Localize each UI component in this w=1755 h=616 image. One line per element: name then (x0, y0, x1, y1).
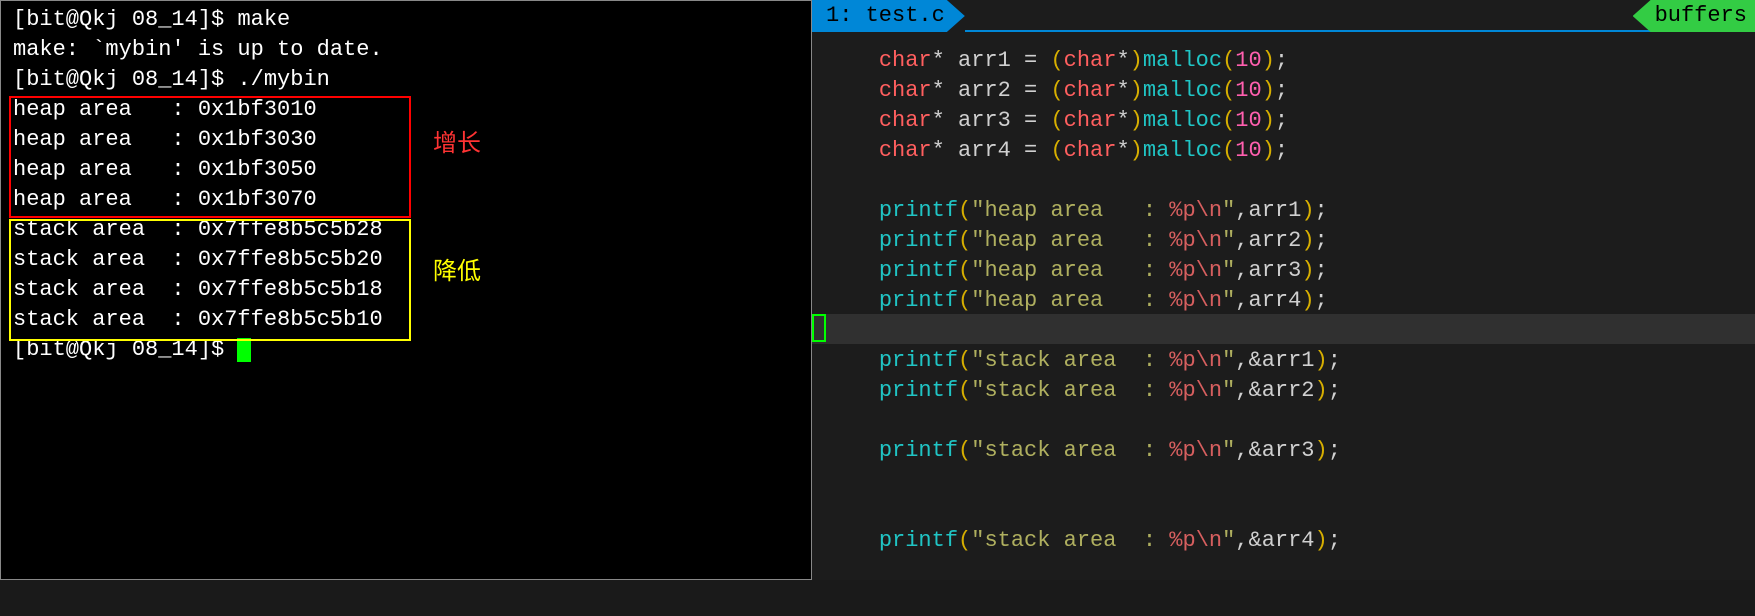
annotation-grow: 增长 (433, 131, 481, 161)
terminal-line-output1: make: `mybin' is up to date. (1, 35, 811, 65)
terminal-stack-line: stack area : 0x7ffe8b5c5b28 (1, 215, 811, 245)
annotation-decrease: 降低 (433, 259, 481, 289)
tab-test-c[interactable]: 1: test.c (812, 0, 965, 32)
code-line: printf("stack area : %p\n",&arr2); print… (826, 376, 1755, 406)
code-blank-line (826, 316, 1755, 346)
code-line: char* arr2 = (char*)malloc(10); (826, 76, 1755, 106)
code-line: printf("stack area : %p\n",&arr4); (826, 526, 1755, 556)
code-line: printf("stack area : %p\n",&arr1); (826, 346, 1755, 376)
terminal-line-prompt2: [bit@Qkj 08_14]$ ./mybin (1, 65, 811, 95)
terminal-pane[interactable]: [bit@Qkj 08_14]$ make make: `mybin' is u… (0, 0, 812, 580)
code-line: printf("stack area : %p\n",&arr3); (826, 436, 1755, 466)
terminal-stack-line: stack area : 0x7ffe8b5c5b18 (1, 275, 811, 305)
terminal-cursor (237, 338, 251, 362)
terminal-stack-line: stack area : 0x7ffe8b5c5b20 (1, 245, 811, 275)
terminal-stack-line: stack area : 0x7ffe8b5c5b10 (1, 305, 811, 335)
terminal-line-prompt1: [bit@Qkj 08_14]$ make (1, 5, 811, 35)
terminal-heap-line: heap area : 0x1bf3070 (1, 185, 811, 215)
code-line: printf("heap area : %p\n",arr3); (826, 256, 1755, 286)
terminal-heap-line: heap area : 0x1bf3050 (1, 155, 811, 185)
code-line: char* arr1 = (char*)malloc(10); (826, 46, 1755, 76)
editor-pane[interactable]: 1: test.c buffers char* arr1 = (char*)ma… (812, 0, 1755, 580)
code-line: printf("heap area : %p\n",arr4); (826, 286, 1755, 316)
terminal-line-prompt3: [bit@Qkj 08_14]$ (1, 335, 811, 365)
code-blank-line (826, 166, 1755, 196)
code-line: printf("heap area : %p\n",arr1); (826, 196, 1755, 226)
code-line: char* arr3 = (char*)malloc(10); (826, 106, 1755, 136)
editor-tab-bar: 1: test.c buffers (812, 0, 1755, 32)
terminal-heap-line: heap area : 0x1bf3010 (1, 95, 811, 125)
terminal-heap-line: heap area : 0x1bf3030 (1, 125, 811, 155)
code-line: char* arr4 = (char*)malloc(10); (826, 136, 1755, 166)
code-line: printf("heap area : %p\n",arr2); (826, 226, 1755, 256)
buffers-indicator[interactable]: buffers (1633, 0, 1755, 32)
editor-cursor (812, 314, 826, 342)
editor-content[interactable]: char* arr1 = (char*)malloc(10); char* ar… (812, 32, 1755, 406)
